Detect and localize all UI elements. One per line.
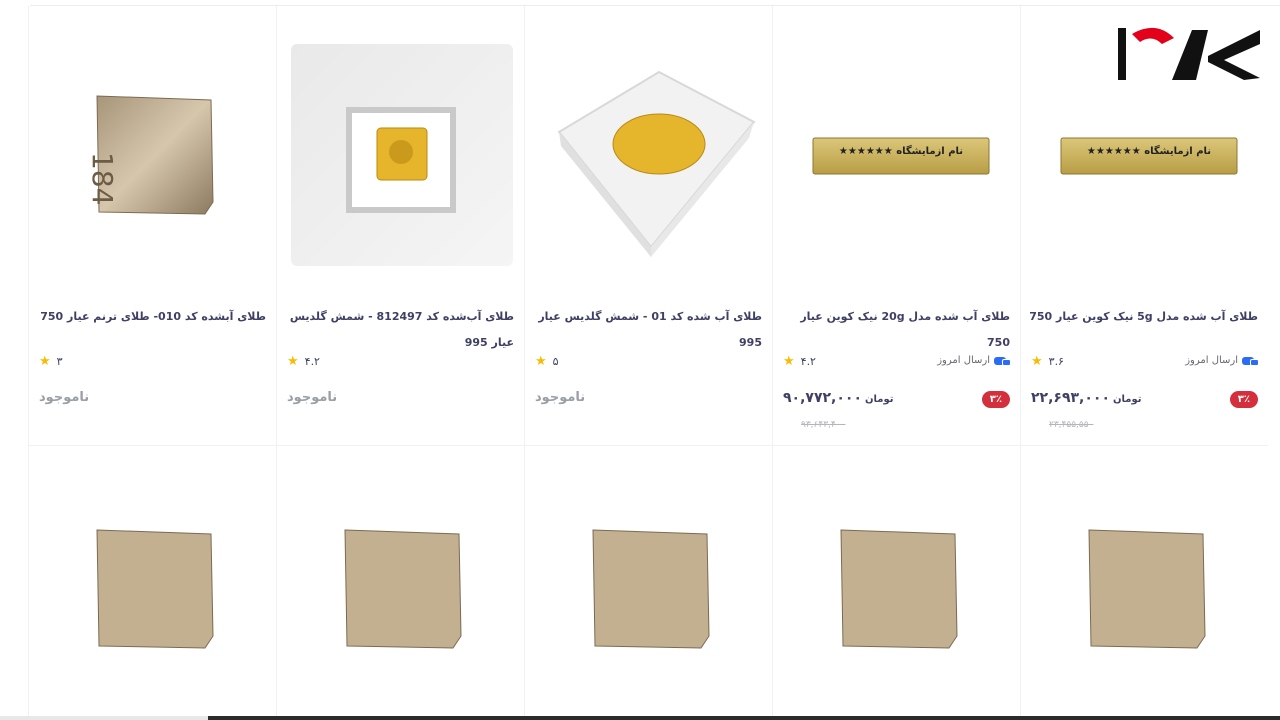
- rokna-logo: [1112, 20, 1266, 88]
- product-image[interactable]: نام ازمایشگاه ★★★★★★: [787, 42, 1010, 272]
- bottom-bar: [208, 716, 1280, 720]
- product-card[interactable]: [276, 446, 524, 720]
- price-value: ۹۰,۷۷۲,۰۰۰: [783, 390, 862, 406]
- bottom-strip: [0, 716, 208, 720]
- discount-badge: ۳٪: [1229, 391, 1258, 408]
- product-price: ۹۰,۷۷۲,۰۰۰ تومان: [783, 390, 894, 406]
- star-icon: ★: [287, 354, 299, 369]
- product-image[interactable]: [291, 446, 514, 676]
- product-title[interactable]: طلای آب شده کد 01 - شمش گلدیس عیار 995: [533, 304, 762, 356]
- product-card[interactable]: [28, 446, 276, 720]
- star-icon: ★: [783, 354, 795, 369]
- shipping-label: ارسال امروز: [1185, 355, 1238, 366]
- product-image[interactable]: [43, 446, 266, 676]
- product-card[interactable]: [772, 446, 1020, 720]
- product-card[interactable]: طلای آب‌شده کد 812497 - شمش گلدیس عیار 9…: [276, 6, 524, 446]
- product-rating: ★ ۴.۲: [783, 354, 816, 369]
- old-price: ۲۳,۴۵۵,۵۵۰: [1049, 420, 1094, 430]
- product-grid: 184 طلای آبشده کد 010- طلای ترنم عیار 75…: [28, 6, 1268, 720]
- product-title[interactable]: طلای آبشده کد 010- طلای ترنم عیار 750: [37, 304, 266, 330]
- price-value: ۲۲,۶۹۳,۰۰۰: [1031, 390, 1110, 406]
- product-card[interactable]: نام ازمایشگاه ★★★★★★ طلای آب شده مدل 20g…: [772, 6, 1020, 446]
- currency-label: تومان: [1113, 394, 1142, 405]
- product-rating: ★ ۳: [39, 354, 63, 369]
- truck-icon: [1242, 356, 1259, 366]
- product-image[interactable]: [539, 42, 762, 272]
- rating-value: ۵: [552, 355, 559, 368]
- truck-icon: [994, 356, 1011, 366]
- product-image[interactable]: [787, 446, 1010, 676]
- stock-status: ناموجود: [287, 390, 338, 405]
- product-card[interactable]: طلای آب شده کد 01 - شمش گلدیس عیار 995 ★…: [524, 6, 772, 446]
- currency-label: تومان: [865, 394, 894, 405]
- shipping-info: ارسال امروز: [937, 355, 1011, 366]
- svg-text:184: 184: [86, 152, 119, 205]
- product-card[interactable]: [524, 446, 772, 720]
- discount-badge: ۳٪: [981, 391, 1010, 408]
- bar-engraving: نام ازمایشگاه ★★★★★★: [1086, 146, 1212, 157]
- product-price: ۲۲,۶۹۳,۰۰۰ تومان: [1031, 390, 1142, 406]
- shipping-info: ارسال امروز: [1185, 355, 1259, 366]
- product-title[interactable]: طلای آب شده مدل 5g نیک کوین عیار 750: [1029, 304, 1258, 330]
- rating-value: ۴.۲: [800, 355, 816, 368]
- product-rating: ★ ۵: [535, 354, 559, 369]
- stock-status: ناموجود: [535, 390, 586, 405]
- product-title[interactable]: طلای آب شده مدل 20g نیک کوین عیار 750: [781, 304, 1010, 356]
- stock-status: ناموجود: [39, 390, 90, 405]
- rating-value: ۴.۲: [304, 355, 320, 368]
- product-rating: ★ ۳.۶: [1031, 354, 1064, 369]
- product-rating: ★ ۴.۲: [287, 354, 320, 369]
- product-card[interactable]: 184 طلای آبشده کد 010- طلای ترنم عیار 75…: [28, 6, 276, 446]
- product-image[interactable]: 184: [43, 42, 266, 272]
- star-icon: ★: [535, 354, 547, 369]
- product-card[interactable]: [1020, 446, 1268, 720]
- old-price: ۹۳,۶۴۳,۴۰۰: [801, 420, 846, 430]
- product-image[interactable]: [291, 42, 514, 272]
- product-image[interactable]: [539, 446, 762, 676]
- star-icon: ★: [1031, 354, 1043, 369]
- star-icon: ★: [39, 354, 51, 369]
- bar-engraving: نام ازمایشگاه ★★★★★★: [838, 146, 964, 157]
- product-image[interactable]: [1035, 446, 1258, 676]
- rating-value: ۳: [56, 355, 63, 368]
- rating-value: ۳.۶: [1048, 355, 1064, 368]
- shipping-label: ارسال امروز: [937, 355, 990, 366]
- product-title[interactable]: طلای آب‌شده کد 812497 - شمش گلدیس عیار 9…: [285, 304, 514, 356]
